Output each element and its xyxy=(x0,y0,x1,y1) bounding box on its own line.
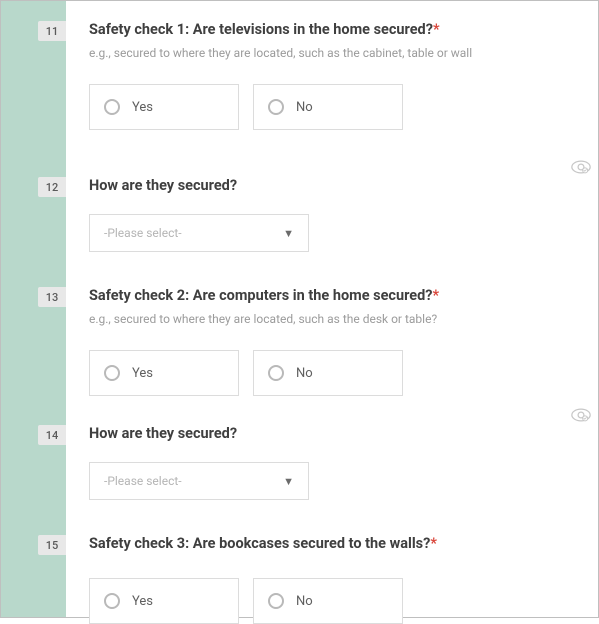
radio-icon xyxy=(104,365,120,381)
radio-option-yes[interactable]: Yes xyxy=(89,84,239,130)
radio-label: No xyxy=(296,100,313,115)
required-marker: * xyxy=(432,287,439,304)
radio-option-no[interactable]: No xyxy=(253,350,403,396)
question-title-text: Safety check 3: Are bookcases secured to… xyxy=(89,535,430,552)
required-marker: * xyxy=(430,535,437,552)
question-title-text: How are they secured? xyxy=(89,177,237,194)
question-block-15: Safety check 3: Are bookcases secured to… xyxy=(89,534,569,624)
question-block-14: How are they secured? -Please select- ▼ xyxy=(89,424,569,500)
radio-group: Yes No xyxy=(89,350,569,396)
chevron-down-icon: ▼ xyxy=(283,227,294,240)
radio-icon xyxy=(268,593,284,609)
radio-option-yes[interactable]: Yes xyxy=(89,578,239,624)
question-title-text: Safety check 1: Are televisions in the h… xyxy=(89,21,433,38)
question-title: Safety check 1: Are televisions in the h… xyxy=(89,20,569,40)
radio-option-no[interactable]: No xyxy=(253,84,403,130)
question-title: Safety check 3: Are bookcases secured to… xyxy=(89,534,569,554)
question-number-13: 13 xyxy=(38,287,66,307)
question-number-14: 14 xyxy=(38,425,66,445)
select-placeholder: -Please select- xyxy=(104,226,182,240)
select-placeholder: -Please select- xyxy=(104,474,182,488)
radio-option-no[interactable]: No xyxy=(253,578,403,624)
radio-icon xyxy=(268,99,284,115)
radio-label: Yes xyxy=(132,594,153,609)
radio-label: No xyxy=(296,366,313,381)
question-number-15: 15 xyxy=(38,535,66,555)
question-number-11: 11 xyxy=(38,21,66,41)
question-block-12: How are they secured? -Please select- ▼ xyxy=(89,176,569,252)
visibility-icon xyxy=(571,160,591,174)
chevron-down-icon: ▼ xyxy=(283,475,294,488)
radio-group: Yes No xyxy=(89,578,569,624)
radio-icon xyxy=(268,365,284,381)
question-title-text: Safety check 2: Are computers in the hom… xyxy=(89,287,432,304)
required-marker: * xyxy=(433,21,440,38)
question-title: How are they secured? xyxy=(89,424,569,444)
question-block-13: Safety check 2: Are computers in the hom… xyxy=(89,286,569,396)
question-title: Safety check 2: Are computers in the hom… xyxy=(89,286,569,306)
question-number-12: 12 xyxy=(38,177,66,197)
select-dropdown[interactable]: -Please select- ▼ xyxy=(89,462,309,500)
radio-option-yes[interactable]: Yes xyxy=(89,350,239,396)
radio-group: Yes No xyxy=(89,84,569,130)
visibility-icon xyxy=(571,408,591,422)
question-hint: e.g., secured to where they are located,… xyxy=(89,312,569,326)
radio-label: Yes xyxy=(132,100,153,115)
question-title: How are they secured? xyxy=(89,176,569,196)
select-dropdown[interactable]: -Please select- ▼ xyxy=(89,214,309,252)
question-block-11: Safety check 1: Are televisions in the h… xyxy=(89,20,569,130)
radio-icon xyxy=(104,593,120,609)
radio-label: No xyxy=(296,594,313,609)
radio-label: Yes xyxy=(132,366,153,381)
radio-icon xyxy=(104,99,120,115)
question-hint: e.g., secured to where they are located,… xyxy=(89,46,569,60)
question-title-text: How are they secured? xyxy=(89,425,237,442)
